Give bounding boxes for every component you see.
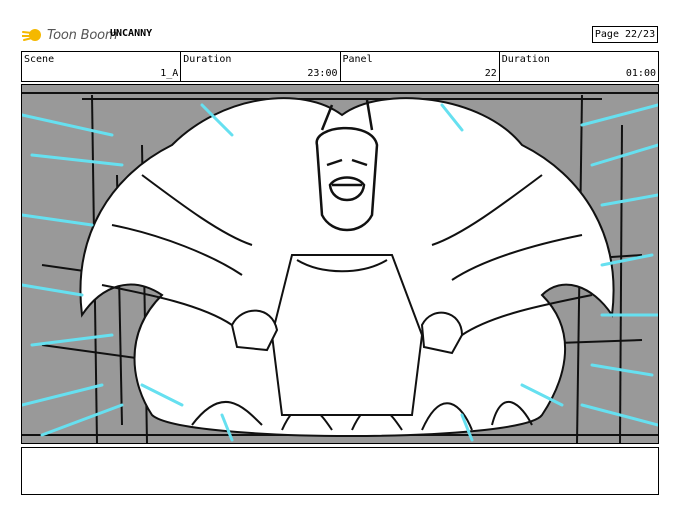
panel-cell: Panel 22 xyxy=(341,52,500,81)
panel-duration-value: 01:00 xyxy=(625,68,656,79)
scene-duration-label: Duration xyxy=(183,54,232,65)
panel-sketch xyxy=(22,85,658,443)
page-indicator: Page 22/23 xyxy=(592,26,658,43)
scene-info-row: Scene 1_A Duration 23:00 Panel 22 Durati… xyxy=(21,51,659,82)
panel-duration-label: Duration xyxy=(501,54,550,65)
panel-notes-box xyxy=(21,447,659,495)
scene-duration-value: 23:00 xyxy=(307,68,338,79)
character-body xyxy=(270,254,424,416)
toon-boom-logo-icon xyxy=(22,29,41,41)
scene-value: 1_A xyxy=(160,68,179,79)
toon-boom-logo: Toon Boom xyxy=(22,24,118,46)
project-title: UNCANNY xyxy=(110,28,153,39)
storyboard-panel xyxy=(21,84,659,444)
scene-duration-cell: Duration 23:00 xyxy=(181,52,341,81)
panel-value: 22 xyxy=(484,68,497,79)
scene-cell: Scene 1_A xyxy=(22,52,182,81)
panel-duration-cell: Duration 01:00 xyxy=(500,52,658,81)
panel-label: Panel xyxy=(342,54,373,65)
scene-label: Scene xyxy=(24,54,55,65)
logo-text: Toon Boom xyxy=(47,27,118,43)
